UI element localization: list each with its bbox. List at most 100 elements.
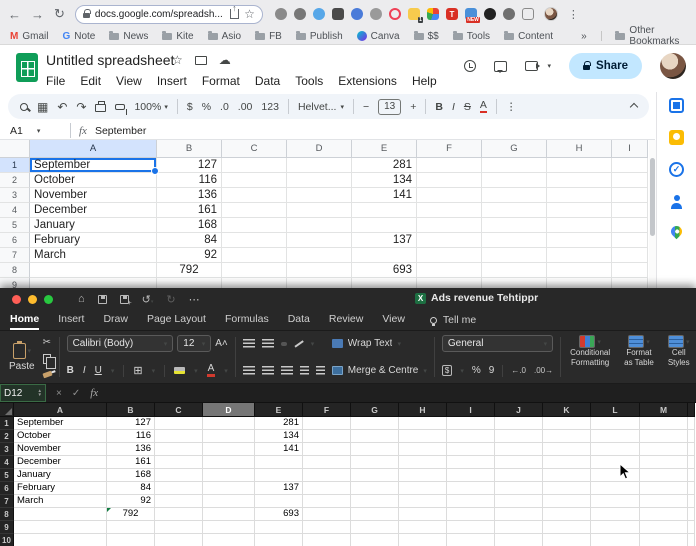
excel-cell-B4[interactable]: 161 [107, 456, 155, 469]
excel-cell-B8[interactable]: 792 [107, 508, 155, 521]
sheets-cell-B5[interactable]: 168 [157, 218, 222, 233]
excel-cell-A4[interactable]: December [14, 456, 107, 469]
puzzle-extension-icon[interactable] [502, 8, 515, 20]
sheets-cell-D6[interactable] [287, 233, 352, 248]
excel-cell-G3[interactable] [351, 443, 399, 456]
excel-cell-C2[interactable] [155, 430, 203, 443]
font-color-button[interactable]: A [206, 364, 216, 377]
sheets-col-header-A[interactable]: A [30, 140, 157, 158]
excel-cell-D1[interactable] [203, 417, 255, 430]
excel-cell-G9[interactable] [351, 521, 399, 534]
excel-cell-F7[interactable] [303, 495, 351, 508]
sheets-cell-E1[interactable]: 281 [352, 158, 417, 173]
sheets-cell-G4[interactable] [482, 203, 547, 218]
sheets-row-header-4[interactable]: 4 [0, 203, 30, 218]
sheets-grid[interactable]: A B C D E F G H I 1 September 127 281 2 October 116 134 3… [0, 140, 649, 288]
excel-cell-I3[interactable] [447, 443, 495, 456]
sheets-cell-E9[interactable] [352, 278, 417, 288]
excel-cell-M5[interactable] [640, 469, 688, 482]
excel-cell-E3[interactable]: 141 [255, 443, 303, 456]
sheets-col-header-I[interactable]: I [612, 140, 648, 158]
excel-col-header-L[interactable]: L [591, 403, 640, 417]
excel-tab-insert[interactable]: Insert [58, 310, 84, 330]
bookmark-item[interactable]: $$ [413, 30, 439, 42]
bookmark-item[interactable]: Canva [356, 31, 400, 42]
sheets-cell-A2[interactable]: October [30, 173, 157, 188]
excel-col-header-G[interactable]: G [351, 403, 399, 417]
sheets-cell-A3[interactable]: November [30, 188, 157, 203]
sheets-cell-F6[interactable] [417, 233, 482, 248]
pacman-extension-icon[interactable] [483, 8, 496, 20]
excel-cell-A8[interactable] [14, 508, 107, 521]
excel-cell-I9[interactable] [447, 521, 495, 534]
decrease-indent-button[interactable] [299, 366, 309, 375]
forward-icon[interactable]: → [31, 7, 44, 22]
sheets-cell-C5[interactable] [222, 218, 287, 233]
save-as-icon[interactable] [119, 294, 132, 307]
sheets-cell-D5[interactable] [287, 218, 352, 233]
sheets-col-header-B[interactable]: B [157, 140, 222, 158]
excel-cell-J3[interactable] [495, 443, 543, 456]
excel-cell-C9[interactable] [155, 521, 203, 534]
excel-tab-data[interactable]: Data [288, 310, 310, 330]
excel-tab-view[interactable]: View [382, 310, 405, 330]
mic-extension-icon[interactable] [293, 8, 306, 20]
excel-cell-H10[interactable] [399, 534, 447, 546]
excel-cell-J7[interactable] [495, 495, 543, 508]
sheets-cell-E7[interactable] [352, 248, 417, 263]
sheets-cell-I7[interactable] [612, 248, 648, 263]
excel-cell-J9[interactable] [495, 521, 543, 534]
sheets-cell-D9[interactable] [287, 278, 352, 288]
excel-cell-D8[interactable] [203, 508, 255, 521]
sheets-cell-B1[interactable]: 127 [157, 158, 222, 173]
excel-cell-C4[interactable] [155, 456, 203, 469]
sheets-menu-extensions[interactable]: Extensions [338, 74, 397, 88]
sheets-cell-E4[interactable] [352, 203, 417, 218]
excel-cell-C1[interactable] [155, 417, 203, 430]
insert-function-icon[interactable]: fx [90, 387, 98, 399]
sheets-cell-D8[interactable] [287, 263, 352, 278]
sheets-row-header-3[interactable]: 3 [0, 188, 30, 203]
bookmark-item[interactable]: G Note [62, 31, 95, 42]
excel-cell-F10[interactable] [303, 534, 351, 546]
sheets-cell-A1[interactable]: September [30, 158, 159, 175]
excel-cell-L5[interactable] [591, 469, 640, 482]
increase-decimal-button[interactable]: ←.0 [511, 366, 526, 375]
excel-name-box[interactable]: D12 ▲ ▼ [0, 384, 46, 402]
excel-cell-B9[interactable] [107, 521, 155, 534]
excel-cell-M3[interactable] [640, 443, 688, 456]
more-toolbar-icon[interactable]: ⋮ [506, 101, 517, 113]
excel-cell-H2[interactable] [399, 430, 447, 443]
excel-cell-x2[interactable] [688, 430, 695, 443]
excel-cell-G10[interactable] [351, 534, 399, 546]
sheets-cell-D4[interactable] [287, 203, 352, 218]
excel-col-header-D[interactable]: D [203, 403, 255, 417]
excel-cell-F5[interactable] [303, 469, 351, 482]
sheets-cell-A4[interactable]: December [30, 203, 157, 218]
excel-cell-E2[interactable]: 134 [255, 430, 303, 443]
browser-avatar[interactable] [543, 7, 558, 21]
sheets-cell-G6[interactable] [482, 233, 547, 248]
sheets-cell-B7[interactable]: 92 [157, 248, 222, 263]
excel-undo-icon[interactable]: ↺▾ [142, 293, 154, 306]
sheets-cell-H9[interactable] [547, 278, 612, 288]
sheets-menu-view[interactable]: View [116, 74, 142, 88]
sheets-cell-B9[interactable] [157, 278, 222, 288]
excel-cell-C10[interactable] [155, 534, 203, 546]
excel-cell-K8[interactable] [543, 508, 591, 521]
align-left-button[interactable] [242, 366, 255, 375]
sheets-cell-G9[interactable] [482, 278, 547, 288]
grow-font-button[interactable]: A˄ [215, 338, 228, 349]
sheets-cell-H6[interactable] [547, 233, 612, 248]
maps-icon[interactable] [668, 223, 685, 240]
excel-cell-G7[interactable] [351, 495, 399, 508]
excel-cell-E9[interactable] [255, 521, 303, 534]
excel-col-header-H[interactable]: H [399, 403, 447, 417]
sheets-cell-E5[interactable] [352, 218, 417, 233]
sheets-cell-G8[interactable] [482, 263, 547, 278]
sheets-cell-C2[interactable] [222, 173, 287, 188]
italic-button[interactable]: I [452, 101, 455, 113]
excel-cell-C8[interactable] [155, 508, 203, 521]
confirm-entry-icon[interactable]: ✓ [72, 388, 80, 399]
sheets-menu-data[interactable]: Data [255, 74, 280, 88]
